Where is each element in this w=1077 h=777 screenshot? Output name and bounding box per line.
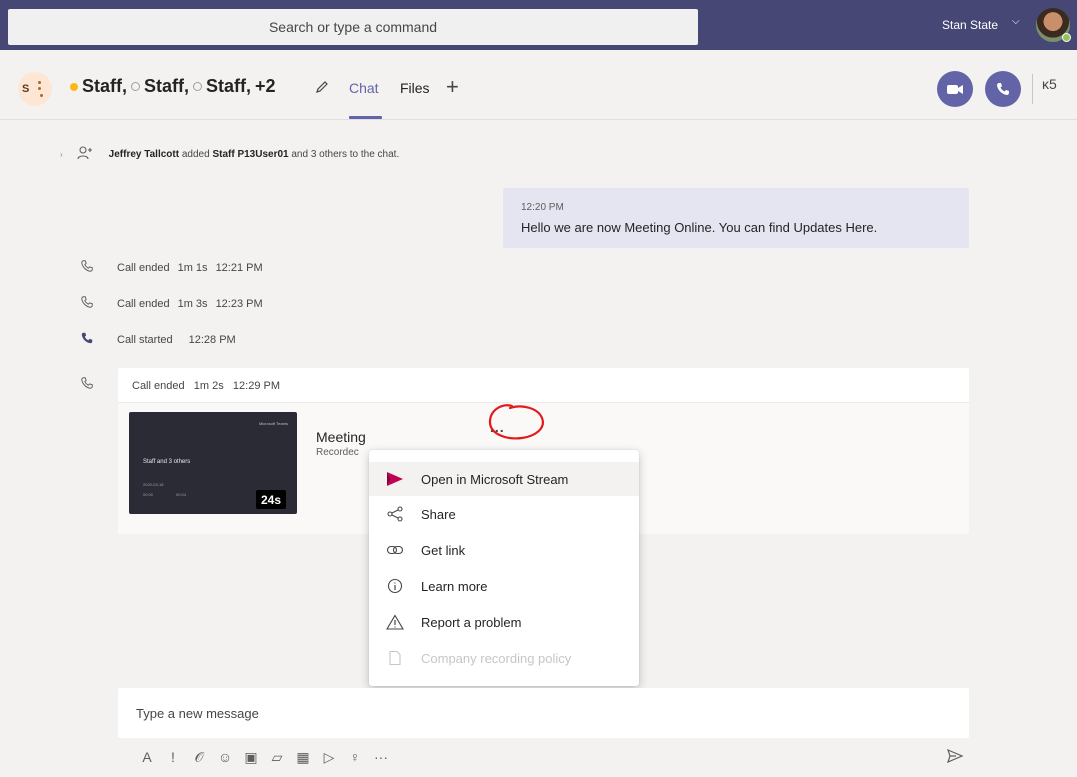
thumbnail-detail: 00:24 [176, 492, 187, 497]
system-rest: and 3 others to the chat. [291, 149, 400, 160]
video-call-button[interactable] [937, 71, 973, 107]
group-avatar-initial: S [22, 83, 30, 95]
stream-share-icon[interactable]: ▷ [316, 749, 342, 766]
call-event-row: Call started 12:28 PM [80, 331, 236, 348]
call-time: 12:28 PM [188, 333, 236, 346]
call-status: Call started [117, 333, 173, 346]
call-event-row: Call ended 1m 1s 12:21 PM [80, 259, 263, 276]
call-duration: 1m 3s [177, 297, 208, 310]
edit-name-icon[interactable] [314, 79, 330, 100]
call-status: Call ended [132, 380, 185, 392]
menu-item-label: Learn more [421, 578, 488, 594]
stream-icon [385, 470, 405, 488]
search-input[interactable]: Search or type a command [8, 9, 698, 45]
participant-name: Staff, [82, 76, 127, 96]
header-divider [1032, 74, 1033, 104]
add-person-icon [77, 146, 93, 163]
call-duration: 1m 1s [177, 261, 208, 274]
user-name[interactable]: Stan State [942, 18, 998, 32]
menu-item-share[interactable]: Share [369, 497, 639, 531]
context-menu: Open in Microsoft Stream Share Get link … [369, 450, 639, 686]
praise-icon[interactable]: ♀ [342, 749, 368, 765]
link-icon [385, 543, 405, 557]
system-target: Staff P13User01 [212, 149, 289, 160]
message-time: 12:20 PM [521, 202, 564, 213]
call-started-icon [80, 331, 95, 348]
system-message: › Jeffrey Tallcott added Staff P13User01… [60, 146, 399, 163]
menu-item-report-problem[interactable]: Report a problem [369, 605, 639, 639]
presence-offline-icon [193, 82, 202, 91]
add-tab-button[interactable]: + [446, 74, 459, 100]
chevron-down-icon[interactable]: ⌵ [1012, 16, 1020, 27]
call-status: Call ended [117, 297, 170, 310]
thumbnail-corner-text: Microsoft Teams [258, 421, 288, 426]
menu-item-label: Company recording policy [421, 650, 572, 666]
participants-button[interactable]: ĸ5 [1042, 76, 1057, 92]
call-ended-icon [80, 376, 94, 395]
menu-item-label: Open in Microsoft Stream [421, 471, 569, 487]
annotation-circle [488, 404, 544, 440]
call-card-header: Call ended 1m 2s 12:29 PM [132, 380, 280, 392]
active-tab-indicator [349, 116, 382, 119]
participant-extra-count: +2 [255, 76, 276, 96]
video-camera-icon [947, 85, 963, 94]
menu-item-label: Report a problem [421, 614, 522, 630]
tab-files[interactable]: Files [400, 80, 430, 96]
presence-away-icon [70, 82, 78, 91]
thumbnail-title: Staff and 3 others [143, 459, 191, 465]
info-icon [385, 578, 405, 594]
share-icon [385, 506, 405, 522]
outgoing-message[interactable]: 12:20 PM Hello we are now Meeting Online… [503, 188, 969, 248]
compose-placeholder: Type a new message [136, 706, 259, 721]
message-text: Hello we are now Meeting Online. You can… [521, 220, 878, 235]
more-options-icon[interactable]: ··· [368, 749, 394, 765]
send-icon[interactable] [946, 748, 964, 769]
system-actor: Jeffrey Tallcott [108, 149, 180, 160]
menu-item-open-in-stream[interactable]: Open in Microsoft Stream [369, 462, 639, 496]
recording-title[interactable]: Meeting [316, 429, 366, 445]
call-duration: 1m 2s [193, 380, 224, 392]
chevron-right-icon[interactable]: › [60, 150, 63, 159]
important-icon[interactable]: ! [160, 749, 186, 765]
participant-name: Staff, [206, 76, 251, 96]
chat-title: Staff, Staff, Staff, +2 [70, 76, 276, 97]
call-time: 12:23 PM [215, 297, 263, 310]
compose-toolbar: A ! 𝒪 ☺ ▣ ▱ ▦ ▷ ♀ ··· [134, 746, 394, 768]
call-time: 12:29 PM [232, 380, 280, 392]
emoji-icon[interactable]: ☺ [212, 749, 238, 765]
thumbnail-detail: 00:00 [143, 492, 154, 497]
format-icon[interactable]: A [134, 749, 160, 765]
recording-subtitle: Recordec [316, 447, 359, 458]
menu-item-label: Share [421, 506, 456, 522]
call-ended-icon [80, 295, 95, 312]
tab-chat[interactable]: Chat [349, 80, 379, 96]
system-verb: added [181, 149, 210, 160]
sticker-icon[interactable]: ▱ [264, 749, 290, 766]
presence-offline-icon [131, 82, 140, 91]
recording-duration-badge: 24s [256, 490, 286, 509]
call-ended-icon [80, 259, 95, 276]
menu-item-get-link[interactable]: Get link [369, 533, 639, 567]
attach-icon[interactable]: 𝒪 [186, 749, 212, 766]
message-compose-box[interactable]: Type a new message [118, 688, 969, 738]
phone-icon [997, 83, 1009, 95]
schedule-meeting-icon[interactable]: ▦ [290, 749, 316, 766]
participant-name: Staff, [144, 76, 189, 96]
call-status: Call ended [117, 261, 170, 274]
menu-item-company-recording-policy: Company recording policy [369, 641, 639, 675]
document-icon [385, 650, 405, 666]
gif-icon[interactable]: ▣ [238, 749, 264, 766]
group-avatar: S [18, 72, 52, 106]
menu-item-learn-more[interactable]: Learn more [369, 569, 639, 603]
audio-call-button[interactable] [985, 71, 1021, 107]
warning-icon [385, 614, 405, 630]
thumbnail-subtitle: 2020-03-18 [143, 482, 164, 487]
presence-available-icon [1062, 33, 1071, 42]
call-time: 12:21 PM [215, 261, 263, 274]
menu-item-label: Get link [421, 542, 466, 558]
call-event-row: Call ended 1m 3s 12:23 PM [80, 295, 263, 312]
top-bar: Search or type a command Stan State ⌵ [0, 0, 1077, 50]
